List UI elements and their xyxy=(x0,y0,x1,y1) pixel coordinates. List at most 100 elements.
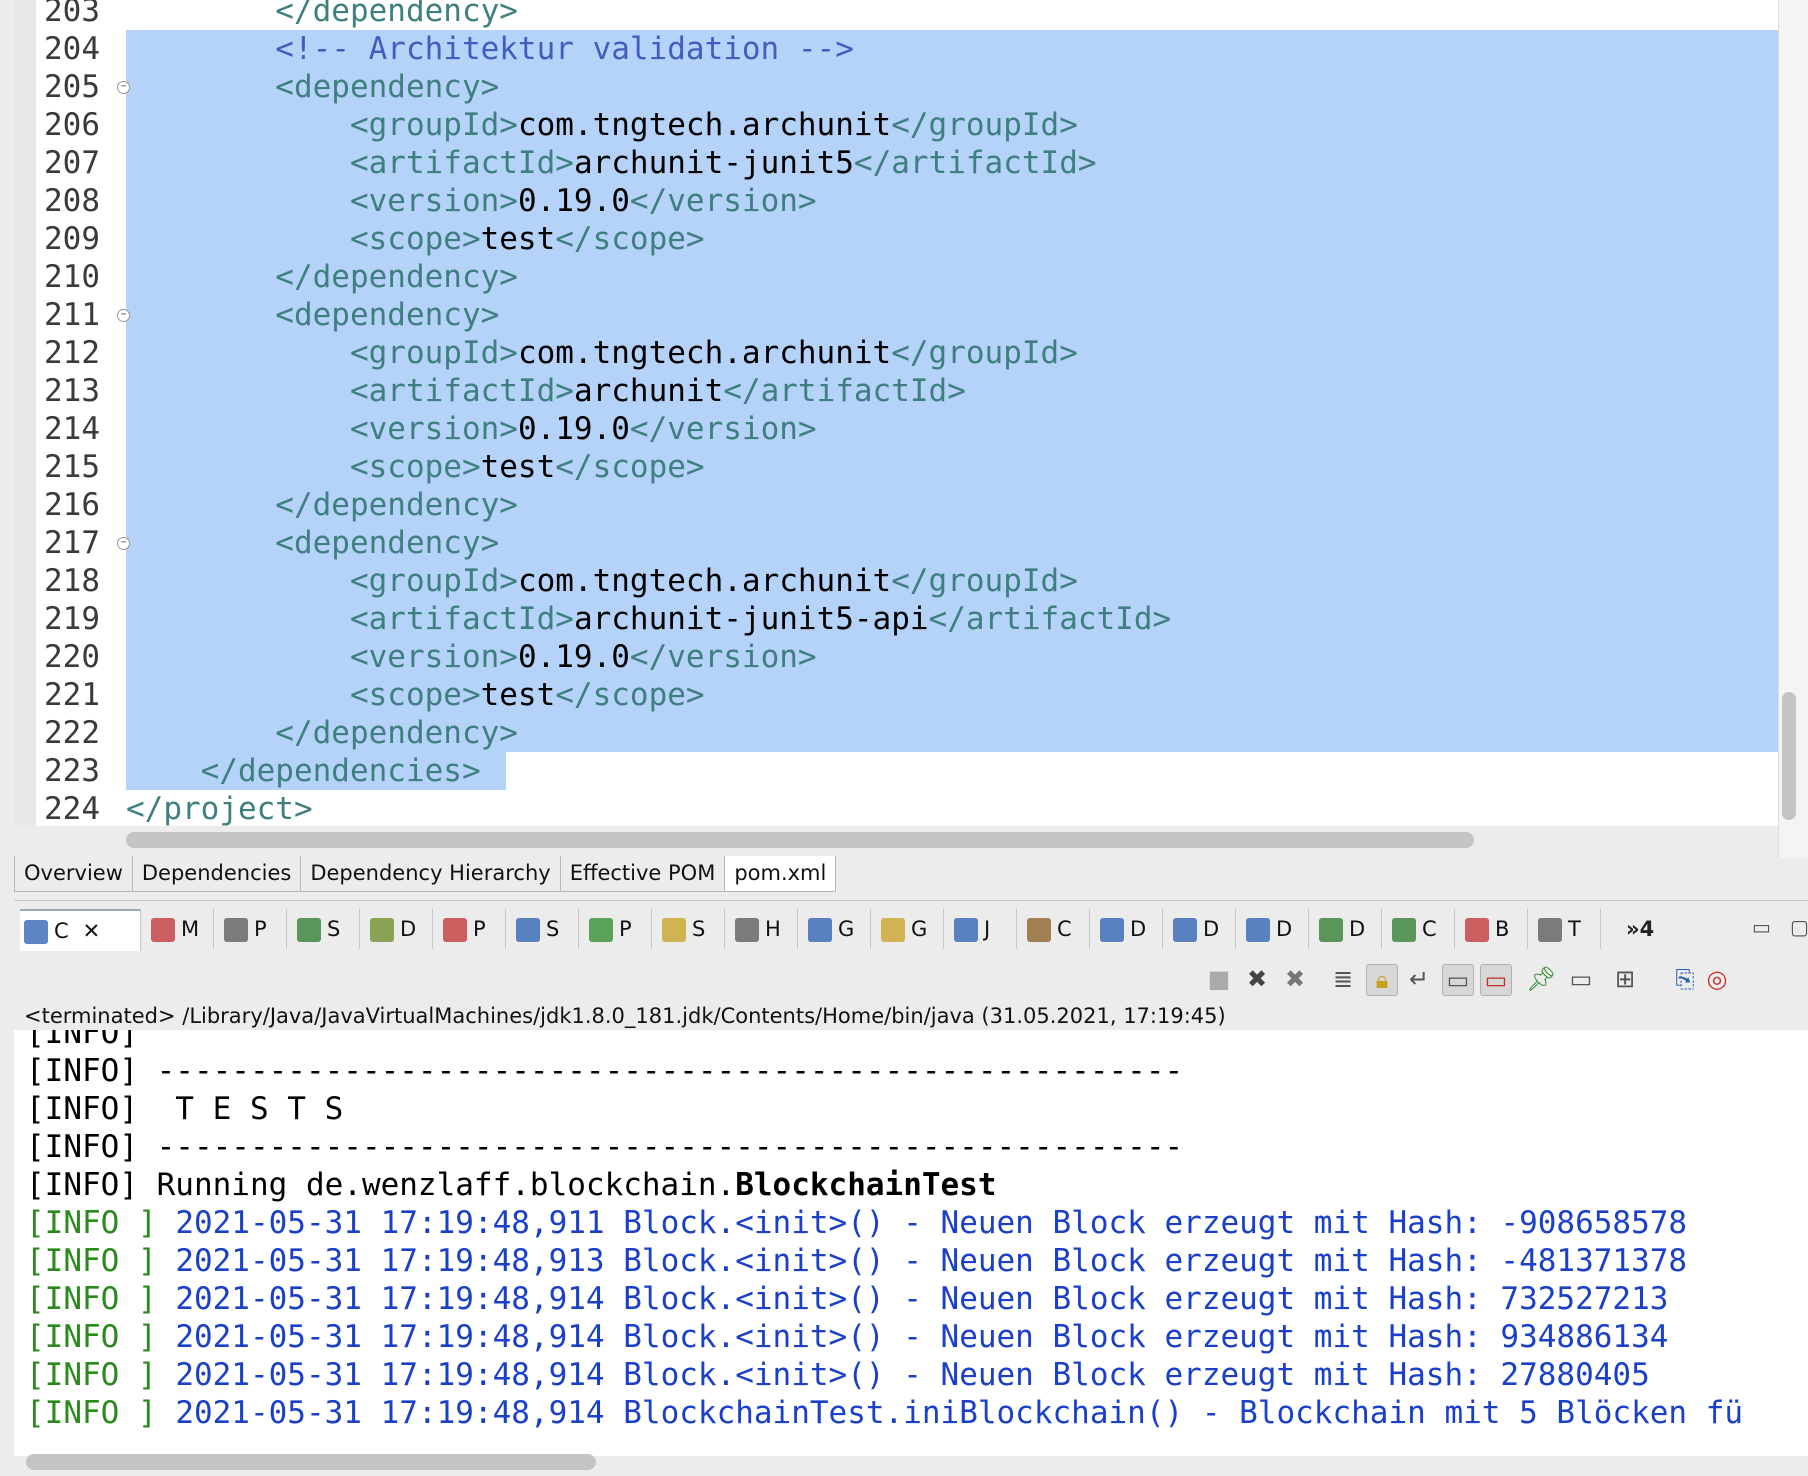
view-tab[interactable]: D xyxy=(1315,909,1382,949)
view-tab[interactable]: H xyxy=(731,909,798,949)
console-horizontal-scrollbar[interactable] xyxy=(26,1454,596,1470)
tab-dependency-hierarchy[interactable]: Dependency Hierarchy xyxy=(300,856,561,892)
view-tab[interactable]: B xyxy=(1461,909,1528,949)
xml-tag: <groupId> xyxy=(126,335,518,371)
help-button[interactable]: ◎ xyxy=(1702,964,1732,994)
code-line[interactable]: 205− <dependency> xyxy=(14,68,1778,106)
maximize-view-icon[interactable]: ▢ xyxy=(1790,915,1808,939)
line-number: 218 xyxy=(44,563,100,599)
xml-tag: </groupId> xyxy=(891,563,1078,599)
code-line[interactable]: 222 </dependency> xyxy=(14,714,1778,752)
code-line[interactable]: 218 <groupId>com.tngtech.archunit</group… xyxy=(14,562,1778,600)
remove-launch-button[interactable]: ✖ xyxy=(1242,964,1272,994)
code-text: <scope>test</scope> xyxy=(126,220,705,258)
word-wrap-button[interactable]: ↵ xyxy=(1404,964,1434,994)
remove-all-terminated-button[interactable]: ✖ xyxy=(1280,964,1310,994)
view-tab[interactable]: C xyxy=(1388,909,1455,949)
open-console-button[interactable]: ⊞ xyxy=(1610,964,1640,994)
view-tab[interactable]: S xyxy=(658,909,725,949)
view-tab[interactable]: D xyxy=(366,909,433,949)
view-tab[interactable]: P xyxy=(439,909,506,949)
view-tab[interactable]: D xyxy=(1242,909,1309,949)
xml-tag: <groupId> xyxy=(126,563,518,599)
view-tab[interactable]: S xyxy=(293,909,360,949)
code-line[interactable]: 214 <version>0.19.0</version> xyxy=(14,410,1778,448)
console-toolbar: ■ ✖ ✖ ≣ 🔒︎ ↵ ▭ ▭ 📌︎ ▭ ⊞ ⎘ ◎ xyxy=(1196,958,1808,1002)
code-line[interactable]: 210 </dependency> xyxy=(14,258,1778,296)
servers-icon xyxy=(297,918,321,942)
view-tab-label: S xyxy=(692,917,706,941)
code-line[interactable]: 221 <scope>test</scope> xyxy=(14,676,1778,714)
tab-pom-xml[interactable]: pom.xml xyxy=(724,856,837,892)
editor-horizontal-scrollbar[interactable] xyxy=(126,832,1474,848)
code-line[interactable]: 204 <!-- Architektur validation --> xyxy=(14,30,1778,68)
console-output[interactable]: [INFO] [INFO] ---------------------------… xyxy=(14,1030,1808,1456)
code-line[interactable]: 220 <version>0.19.0</version> xyxy=(14,638,1778,676)
code-text: <version>0.19.0</version> xyxy=(126,410,817,448)
code-line[interactable]: 206 <groupId>com.tngtech.archunit</group… xyxy=(14,106,1778,144)
view-tab[interactable]: D xyxy=(1096,909,1163,949)
xml-tag: <version> xyxy=(126,183,518,219)
show-stderr-button[interactable]: ▭ xyxy=(1480,964,1512,996)
code-text: <version>0.19.0</version> xyxy=(126,182,817,220)
code-line[interactable]: 217− <dependency> xyxy=(14,524,1778,562)
xml-editor[interactable]: 203 </dependency> 204 <!-- Architektur va… xyxy=(14,0,1778,826)
code-line[interactable]: 203 </dependency> xyxy=(14,0,1778,30)
code-line[interactable]: 215 <scope>test</scope> xyxy=(14,448,1778,486)
code-line[interactable]: 216 </dependency> xyxy=(14,486,1778,524)
view-tab[interactable]: G xyxy=(877,909,944,949)
tab-overview[interactable]: Overview xyxy=(14,856,133,892)
view-tab[interactable]: G xyxy=(804,909,871,949)
code-line[interactable]: 212 <groupId>com.tngtech.archunit</group… xyxy=(14,334,1778,372)
code-line[interactable]: 223 </dependencies> xyxy=(14,752,1778,790)
line-number: 213 xyxy=(44,373,100,409)
tab-dependencies[interactable]: Dependencies xyxy=(131,856,302,892)
view-tab-label: S xyxy=(546,917,560,941)
console-line: [INFO] Running de.wenzlaff.blockchain.Bl… xyxy=(26,1166,997,1204)
terminate-button[interactable]: ■ xyxy=(1204,964,1234,994)
show-stdout-button[interactable]: ▭ xyxy=(1442,964,1474,996)
clear-console-button[interactable]: ≣ xyxy=(1328,964,1358,994)
editor-vertical-scrollbar[interactable] xyxy=(1782,692,1796,820)
pin-console-button[interactable]: 📌︎ xyxy=(1526,964,1556,994)
xml-tag: </version> xyxy=(629,639,817,675)
tab-effective-pom[interactable]: Effective POM xyxy=(559,856,726,892)
minimize-view-icon[interactable]: ▭ xyxy=(1752,915,1771,939)
code-line[interactable]: 208 <version>0.19.0</version> xyxy=(14,182,1778,220)
code-line[interactable]: 207 <artifactId>archunit-junit5</artifac… xyxy=(14,144,1778,182)
view-tab[interactable]: P xyxy=(220,909,287,949)
code-line[interactable]: 209 <scope>test</scope> xyxy=(14,220,1778,258)
xml-text: 0.19.0 xyxy=(517,411,630,447)
view-tab-label: C xyxy=(1057,917,1072,941)
copy-button[interactable]: ⎘ xyxy=(1670,964,1700,994)
console-line: [INFO ] 2021-05-31 17:19:48,911 Block.<i… xyxy=(26,1204,1687,1242)
view-overflow-chevron[interactable]: »4 xyxy=(1626,909,1654,949)
view-tab[interactable]: S xyxy=(512,909,579,949)
close-icon[interactable]: ✕ xyxy=(83,919,101,943)
view-tab[interactable]: C xyxy=(1023,909,1090,949)
xml-tag: <dependency> xyxy=(126,69,500,105)
xml-tag: </scope> xyxy=(555,677,705,713)
code-line[interactable]: 219 <artifactId>archunit-junit5-api</art… xyxy=(14,600,1778,638)
view-tab[interactable]: J xyxy=(950,909,1017,949)
view-tab[interactable]: T xyxy=(1534,909,1601,949)
xml-text: archunit xyxy=(573,373,724,409)
console-line: [INFO ] 2021-05-31 17:19:48,914 Blockcha… xyxy=(26,1394,1743,1432)
view-tab[interactable]: C ✕ xyxy=(20,909,141,951)
scroll-lock-button[interactable]: 🔒︎ xyxy=(1366,964,1398,996)
xml-tag: </groupId> xyxy=(891,107,1078,143)
code-line[interactable]: 211− <dependency> xyxy=(14,296,1778,334)
code-line[interactable]: 224 </project> xyxy=(14,790,1778,826)
xml-tag: </groupId> xyxy=(891,335,1078,371)
view-tab-label: M xyxy=(181,917,200,941)
line-number: 204 xyxy=(44,31,100,67)
xml-tag: <version> xyxy=(126,639,518,675)
display-console-button[interactable]: ▭ xyxy=(1566,964,1596,994)
code-line[interactable]: 213 <artifactId>archunit</artifactId> xyxy=(14,372,1778,410)
view-tab[interactable]: P xyxy=(585,909,652,949)
xml-tag: </dependency> xyxy=(126,259,518,295)
view-tab[interactable]: M xyxy=(147,909,214,949)
view-tab[interactable]: D xyxy=(1169,909,1236,949)
test-class-name: BlockchainTest xyxy=(735,1167,997,1203)
data-source-icon xyxy=(370,918,394,942)
